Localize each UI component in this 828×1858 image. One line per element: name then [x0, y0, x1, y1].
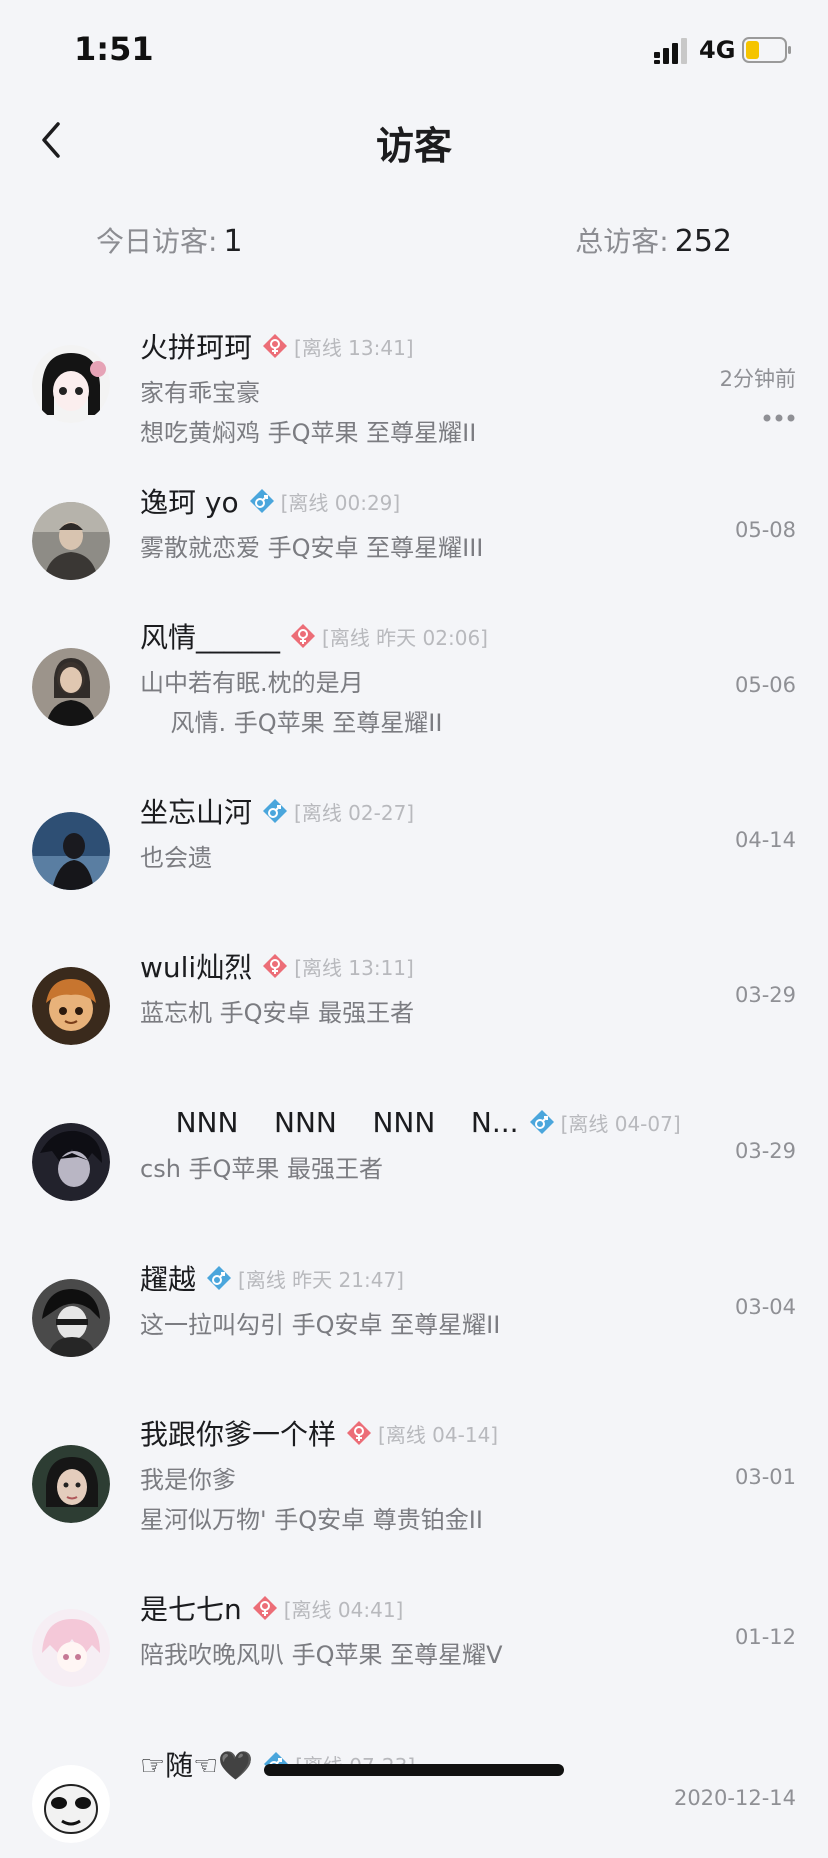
visit-time: 03-29: [734, 983, 796, 1007]
visit-time: 01-12: [734, 1625, 796, 1649]
visit-time: 03-04: [734, 1295, 796, 1319]
visitor-item[interactable]: 是七七n [离线 04:41] 陪我吹晚风叭 手Q苹果 至尊星耀V 01-12: [0, 1552, 828, 1702]
visit-time: 05-06: [734, 673, 796, 697]
visitor-game-info: 风情. 手Q苹果 至尊星耀II: [140, 709, 443, 737]
visitor-signature: 山中若有眠.枕的是月: [140, 669, 364, 697]
avatar[interactable]: [32, 1123, 110, 1201]
visitor-item[interactable]: 逸珂 yo [离线 00:29] 雾散就恋爱 手Q安卓 至尊星耀III 05-0…: [0, 445, 828, 595]
male-gender-icon: [263, 799, 288, 823]
male-gender-icon: [249, 489, 274, 513]
visit-time: 03-01: [734, 1465, 796, 1489]
visitor-signature: 也会遗: [140, 844, 212, 872]
visitor-item[interactable]: 趯越 [离线 昨天 21:47] 这一拉叫勾引 手Q安卓 至尊星耀II 03-0…: [0, 1222, 828, 1372]
visitor-signature: 我是你爹: [140, 1466, 236, 1494]
visit-time: 04-14: [734, 828, 796, 852]
more-horizontal-icon[interactable]: [762, 413, 796, 423]
online-status: [离线 04-07]: [560, 1111, 681, 1136]
visitor-item[interactable]: wuli灿烈 [离线 13:11] 蓝忘机 手Q安卓 最强王者 03-29: [0, 910, 828, 1060]
avatar[interactable]: [32, 1279, 110, 1357]
visitor-signature: 陪我吹晚风叭 手Q苹果 至尊星耀V: [140, 1641, 503, 1669]
female-gender-icon: [291, 624, 316, 648]
visitor-name: 是七七n: [140, 1593, 242, 1626]
online-status: [离线 昨天 21:47]: [238, 1267, 404, 1292]
visitor-game-info: 星河似万物' 手Q安卓 尊贵铂金II: [140, 1506, 483, 1534]
visitor-name: 火拼珂珂: [140, 331, 253, 364]
visitor-item[interactable]: 风情______ [离线 昨天 02:06] 山中若有眠.枕的是月 风情. 手Q…: [0, 580, 828, 737]
online-status: [离线 13:11]: [294, 955, 414, 980]
avatar[interactable]: [32, 1609, 110, 1687]
visitor-name: wuli灿烈: [140, 951, 253, 984]
visitor-signature: 雾散就恋爱 手Q安卓 至尊星耀III: [140, 534, 484, 562]
status-time: 1:51: [74, 30, 154, 68]
today-visitors: 今日访客: 1: [96, 220, 243, 260]
visit-time: 05-08: [734, 518, 796, 542]
online-status: [离线 13:41]: [294, 335, 414, 360]
avatar[interactable]: [32, 1445, 110, 1523]
online-status: [离线 昨天 02:06]: [322, 625, 488, 650]
female-gender-icon: [347, 1421, 372, 1445]
female-gender-icon: [263, 334, 288, 358]
visitor-signature: csh 手Q苹果 最强王者: [140, 1155, 384, 1183]
today-visitors-label: 今日访客:: [96, 225, 218, 258]
status-bar: 1:51 4G: [0, 0, 828, 100]
male-gender-icon: [529, 1110, 554, 1134]
online-status: [离线 04-14]: [378, 1422, 499, 1447]
female-gender-icon: [252, 1596, 277, 1620]
visitor-item[interactable]: 坐忘山河 [离线 02-27] 也会遗 04-14: [0, 755, 828, 905]
visitor-game-info: 想吃黄焖鸡 手Q苹果 至尊星耀II: [140, 419, 477, 447]
visitor-item[interactable]: 我跟你爹一个样 [离线 04-14] 我是你爹 星河似万物' 手Q安卓 尊贵铂金…: [0, 1377, 828, 1534]
avatar[interactable]: [32, 1765, 110, 1843]
visitor-item[interactable]: NNN NNN NNN N... [离线 04-07] csh 手Q苹果 最强王…: [0, 1066, 828, 1216]
visit-time: 03-29: [734, 1139, 796, 1163]
total-visitors: 总访客: 252: [575, 220, 732, 260]
visitor-name: NNN NNN NNN N...: [140, 1105, 519, 1139]
male-gender-icon: [207, 1266, 232, 1290]
visitor-signature: 家有乖宝豪: [140, 379, 260, 407]
avatar[interactable]: [32, 345, 110, 423]
visitor-item[interactable]: 火拼珂珂 [离线 13:41] 家有乖宝豪 想吃黄焖鸡 手Q苹果 至尊星耀II …: [0, 290, 828, 447]
visitor-signature: 这一拉叫勾引 手Q安卓 至尊星耀II: [140, 1311, 501, 1339]
visitor-name: 坐忘山河: [140, 796, 253, 829]
avatar[interactable]: [32, 648, 110, 726]
online-status: [离线 04:41]: [283, 1597, 404, 1622]
visitor-name: 风情______: [140, 621, 281, 654]
female-gender-icon: [263, 954, 288, 978]
total-visitors-value: 252: [674, 224, 732, 259]
visitor-name: 趯越: [140, 1263, 197, 1296]
signal-icon: [654, 38, 687, 64]
visitor-name: ☞随☜🖤: [140, 1749, 254, 1782]
avatar[interactable]: [32, 812, 110, 890]
battery-icon: [742, 37, 791, 63]
visit-time: 2020-12-14: [673, 1786, 796, 1810]
online-status: [离线 00:29]: [280, 490, 401, 515]
home-indicator[interactable]: [264, 1764, 564, 1776]
visitor-name: 我跟你爹一个样: [140, 1418, 337, 1451]
visit-time: 2分钟前: [719, 367, 796, 391]
visitor-item[interactable]: ☞随☜🖤 [离线 07-23] 2020-12-14: [0, 1708, 828, 1858]
avatar[interactable]: [32, 967, 110, 1045]
visitor-signature: 蓝忘机 手Q安卓 最强王者: [140, 999, 415, 1027]
total-visitors-label: 总访客:: [575, 225, 669, 258]
today-visitors-value: 1: [223, 224, 243, 259]
page-title: 访客: [375, 124, 452, 168]
network-label: 4G: [699, 36, 736, 64]
avatar[interactable]: [32, 502, 110, 580]
visitor-name: 逸珂 yo: [140, 486, 239, 519]
online-status: [离线 02-27]: [294, 800, 415, 825]
